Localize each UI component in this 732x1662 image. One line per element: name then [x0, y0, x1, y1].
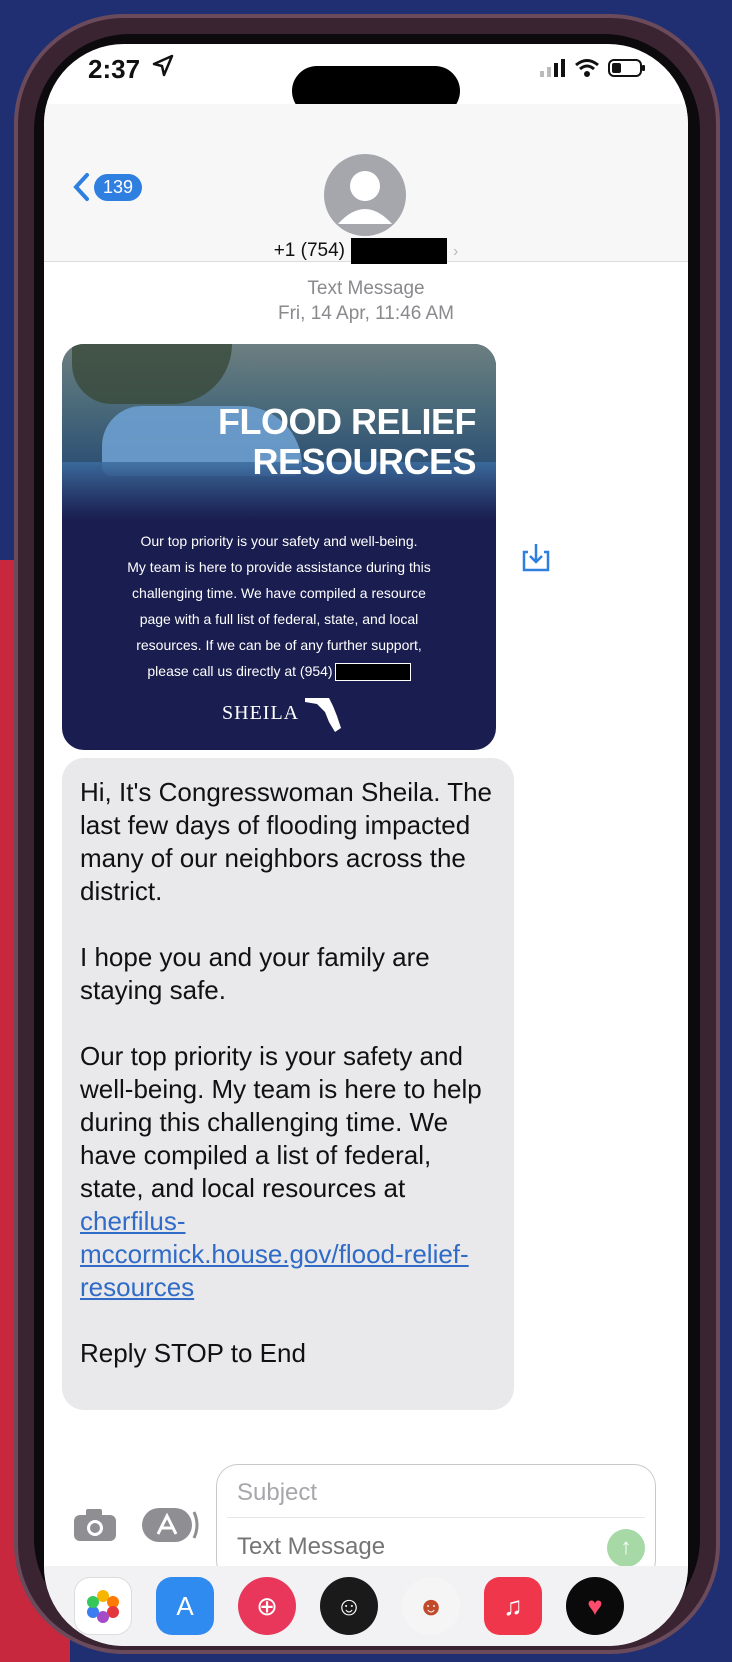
- memoji-icon[interactable]: ☺: [320, 1577, 378, 1635]
- status-bar: 2:37: [44, 44, 688, 116]
- battery-icon: [608, 59, 645, 77]
- person-icon: [338, 171, 392, 224]
- florida-shape-icon: [305, 698, 342, 732]
- compose-area: Subject ↑: [44, 1412, 688, 1582]
- text-message-bubble[interactable]: Hi, It's Congresswoman Sheila. The last …: [62, 758, 514, 1410]
- messages-screen: 2:37 139 +1 (754) › Text Message Fri, 14…: [44, 44, 688, 1646]
- music-icon[interactable]: ♫: [484, 1577, 542, 1635]
- sheila-logo: SHEILA: [222, 692, 345, 734]
- message-paragraph: Our top priority is your safety and well…: [80, 1041, 482, 1302]
- arrow-up-icon: ↑: [620, 1534, 632, 1559]
- message-timestamp: Fri, 14 Apr, 11:46 AM: [277, 303, 455, 324]
- message-field[interactable]: [237, 1533, 557, 1561]
- message-paragraph: Reply STOP to End: [80, 1338, 306, 1368]
- digital-touch-icon[interactable]: ♥: [566, 1577, 624, 1635]
- location-arrow-icon: [152, 54, 174, 77]
- service-label: Text Message: [307, 278, 425, 299]
- animoji-icon[interactable]: ☻: [402, 1577, 460, 1635]
- status-icons: [540, 58, 646, 78]
- app-store-icon[interactable]: A: [156, 1577, 214, 1635]
- message-paragraph: Hi, It's Congresswoman Sheila. The last …: [80, 777, 493, 906]
- contact-number: +1 (754): [273, 240, 345, 262]
- imessage-app-strip: A ⊕ ☺ ☻ ♫ ♥: [44, 1566, 688, 1646]
- camera-icon[interactable]: [72, 1507, 118, 1543]
- image-attachment[interactable]: FLOOD RELIEF RESOURCES Our top priority …: [62, 344, 496, 750]
- search-images-icon[interactable]: ⊕: [238, 1577, 296, 1635]
- chevron-right-icon: ›: [452, 243, 459, 261]
- signal-icon: [540, 59, 565, 77]
- message-paragraph: I hope you and your family are staying s…: [80, 942, 430, 1005]
- flyer-body: Our top priority is your safety and well…: [82, 528, 476, 684]
- status-time: 2:37: [88, 54, 141, 84]
- resources-link[interactable]: cherfilus-mccormick.house.gov/flood-reli…: [80, 1206, 469, 1302]
- photos-app-icon[interactable]: [74, 1577, 132, 1635]
- unread-count-badge: 139: [94, 173, 143, 201]
- contact-avatar[interactable]: [324, 154, 406, 236]
- redaction-bar: [334, 663, 411, 682]
- message-input-box[interactable]: Subject ↑: [216, 1464, 656, 1582]
- subject-field[interactable]: Subject: [237, 1479, 317, 1507]
- back-button[interactable]: 139: [72, 172, 143, 202]
- chevron-left-icon: [73, 173, 89, 201]
- save-download-icon[interactable]: [522, 542, 550, 572]
- send-button[interactable]: ↑: [607, 1529, 645, 1567]
- flyer-title: FLOOD RELIEF RESOURCES: [218, 401, 477, 482]
- thread-meta: Text Message Fri, 14 Apr, 11:46 AM: [44, 276, 688, 326]
- app-store-icon[interactable]: [140, 1504, 200, 1546]
- redaction-bar: [350, 238, 447, 264]
- conversation-header: 139 +1 (754) ›: [44, 104, 688, 264]
- wifi-icon: [575, 59, 599, 77]
- contact-name[interactable]: +1 (754) ›: [44, 238, 688, 264]
